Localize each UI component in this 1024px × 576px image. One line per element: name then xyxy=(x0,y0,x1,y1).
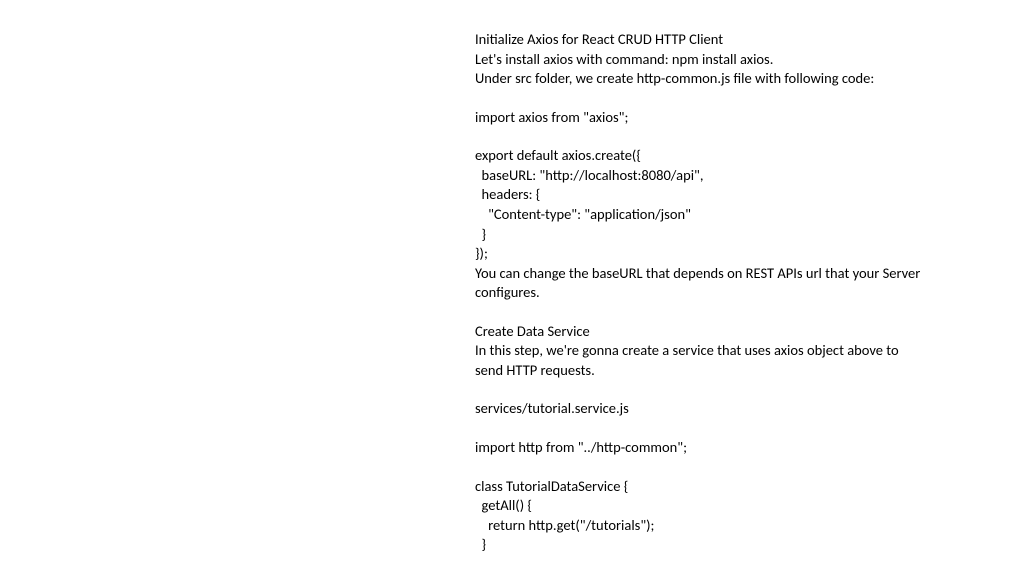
code-line: import http from "../http-common"; xyxy=(475,438,995,458)
blank-line xyxy=(475,419,995,438)
code-line: "Content-type": "application/json" xyxy=(475,205,995,225)
blank-line xyxy=(475,380,995,399)
text-line: send HTTP requests. xyxy=(475,361,995,381)
document-content: Initialize Axios for React CRUD HTTP Cli… xyxy=(475,30,995,555)
code-line: } xyxy=(475,535,995,555)
code-line: export default axios.create({ xyxy=(475,146,995,166)
blank-line xyxy=(475,89,995,108)
code-line: import axios from "axios"; xyxy=(475,108,995,128)
code-line: } xyxy=(475,225,995,245)
text-line: Initialize Axios for React CRUD HTTP Cli… xyxy=(475,30,995,50)
code-line: baseURL: "http://localhost:8080/api", xyxy=(475,166,995,186)
text-line: services/tutorial.service.js xyxy=(475,399,995,419)
code-line: getAll() { xyxy=(475,496,995,516)
blank-line xyxy=(475,127,995,146)
code-line: return http.get("/tutorials"); xyxy=(475,516,995,536)
blank-line xyxy=(475,458,995,477)
code-line: class TutorialDataService { xyxy=(475,477,995,497)
blank-line xyxy=(475,303,995,322)
text-line: Under src folder, we create http-common.… xyxy=(475,69,995,89)
text-line: In this step, we're gonna create a servi… xyxy=(475,341,995,361)
code-line: headers: { xyxy=(475,185,995,205)
text-line: Create Data Service xyxy=(475,322,995,342)
text-line: configures. xyxy=(475,283,995,303)
code-line: }); xyxy=(475,244,995,264)
text-line: You can change the baseURL that depends … xyxy=(475,264,995,284)
text-line: Let's install axios with command: npm in… xyxy=(475,50,995,70)
